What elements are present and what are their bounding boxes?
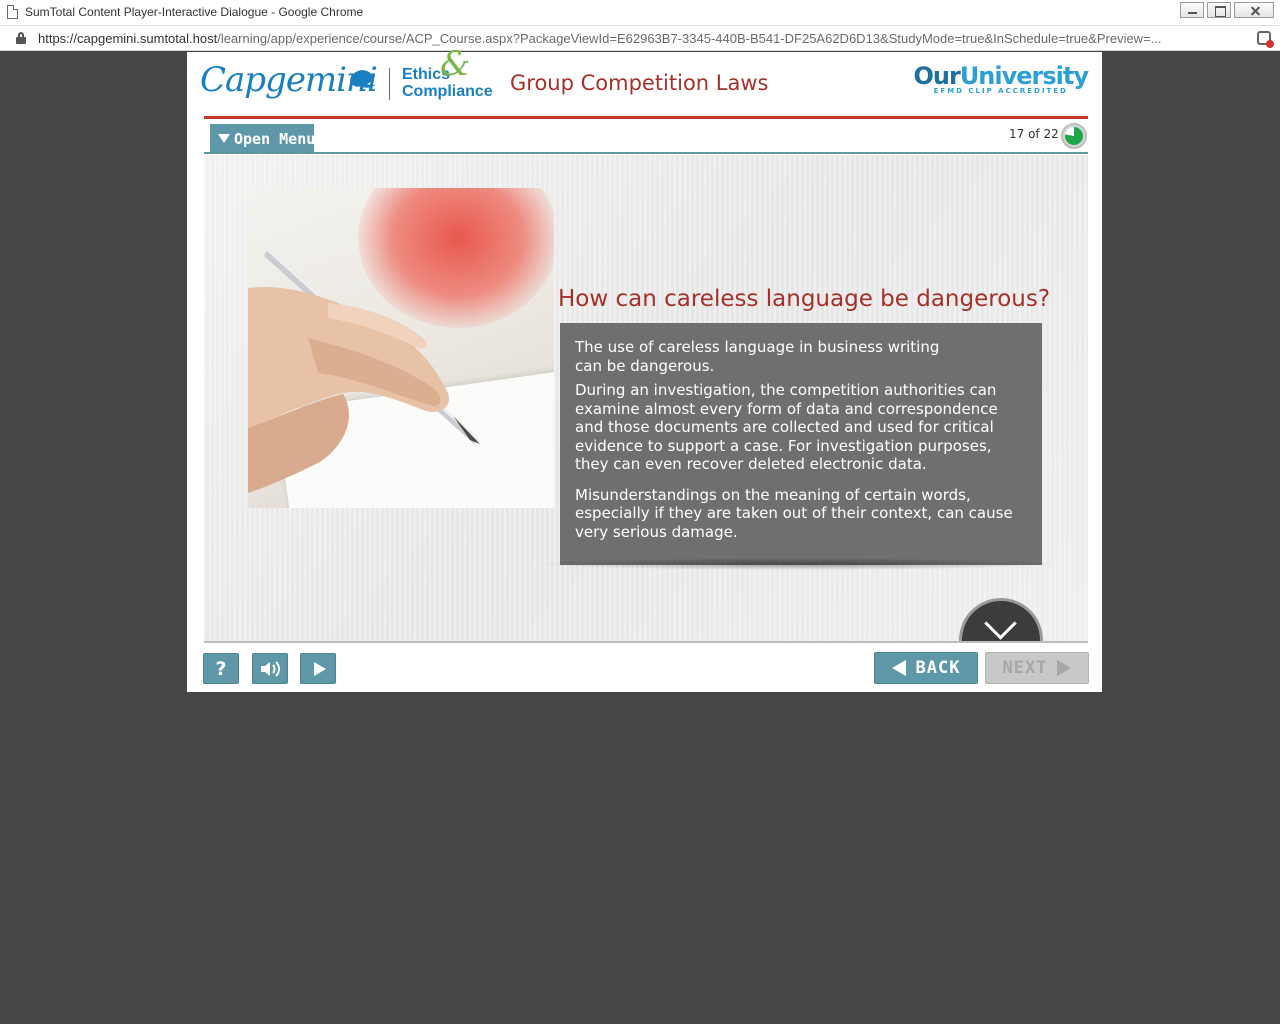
course-title: Group Competition Laws: [510, 71, 769, 95]
extension-icon[interactable]: [1257, 31, 1274, 48]
pen-hand-illustration: [248, 248, 480, 493]
scroll-down-button[interactable]: [959, 598, 1043, 641]
university-accreditation: EFMD CLIP ACCREDITED: [933, 87, 1068, 95]
next-button[interactable]: NEXT: [985, 652, 1089, 684]
university-name: OurUniversity: [913, 62, 1089, 90]
course-player: Capgemini Ethics & Compliance Group Comp…: [187, 47, 1102, 692]
slide-content: How can careless language be dangerous? …: [204, 155, 1088, 641]
next-arrow-icon: [1057, 660, 1072, 676]
open-menu-label: Open Menu: [234, 130, 316, 148]
play-button[interactable]: [300, 653, 336, 684]
audio-button[interactable]: [252, 653, 288, 684]
logo-divider: [389, 68, 390, 100]
url-text[interactable]: https://capgemini.sumtotal.host/learning…: [38, 31, 1243, 46]
restore-button[interactable]: [1207, 2, 1231, 18]
slide-heading: How can careless language be dangerous?: [558, 286, 1051, 312]
university-name-university: University: [959, 62, 1089, 90]
course-header: Capgemini Ethics & Compliance Group Comp…: [187, 47, 1102, 116]
close-window-button[interactable]: [1234, 2, 1274, 18]
open-menu-button[interactable]: Open Menu: [210, 124, 316, 154]
back-label: BACK: [915, 658, 961, 678]
writing-hand-photo: [248, 188, 554, 508]
slide-paragraph-3: Misunderstandings on the meaning of cert…: [575, 485, 1013, 541]
slide-paragraph-2: During an investigation, the competition…: [575, 381, 998, 473]
url-host: https://capgemini.sumtotal.host: [38, 31, 218, 46]
ethics-ampersand: &: [440, 44, 471, 84]
lock-icon[interactable]: [16, 32, 26, 44]
page-progress-label: 17 of 22: [1009, 127, 1059, 141]
document-icon: [7, 5, 18, 19]
our-university-logo: OurUniversity EFMD CLIP ACCREDITED: [913, 62, 1089, 95]
capgemini-spade-icon: [350, 70, 376, 88]
menu-divider: [204, 152, 1088, 154]
header-divider: [204, 116, 1088, 119]
help-button[interactable]: ?: [203, 653, 239, 684]
window-titlebar: SumTotal Content Player-Interactive Dial…: [0, 0, 1280, 26]
university-name-our: Our: [913, 62, 960, 90]
play-icon: [313, 661, 326, 676]
window-title: SumTotal Content Player-Interactive Dial…: [25, 5, 364, 19]
menu-triangle-icon: [218, 134, 230, 143]
compliance-text: Compliance: [402, 83, 493, 100]
back-arrow-icon: [891, 660, 906, 676]
back-button[interactable]: BACK: [874, 652, 978, 684]
ethics-compliance-logo: Ethics & Compliance: [402, 47, 493, 100]
textbox-shadow: [534, 558, 1064, 570]
address-bar[interactable]: https://capgemini.sumtotal.host/learning…: [0, 26, 1280, 51]
progress-pie-icon: [1061, 123, 1087, 149]
slide-paragraph-1: The use of careless language in business…: [575, 338, 940, 375]
url-path: /learning/app/experience/course/ACP_Cour…: [217, 31, 1162, 46]
next-label: NEXT: [1002, 658, 1048, 678]
footer-divider: [204, 641, 1088, 643]
slide-textbox: The use of careless language in business…: [560, 323, 1042, 565]
window-controls: [1180, 2, 1274, 18]
minimize-button[interactable]: [1180, 2, 1204, 18]
speaker-icon: [261, 660, 280, 677]
